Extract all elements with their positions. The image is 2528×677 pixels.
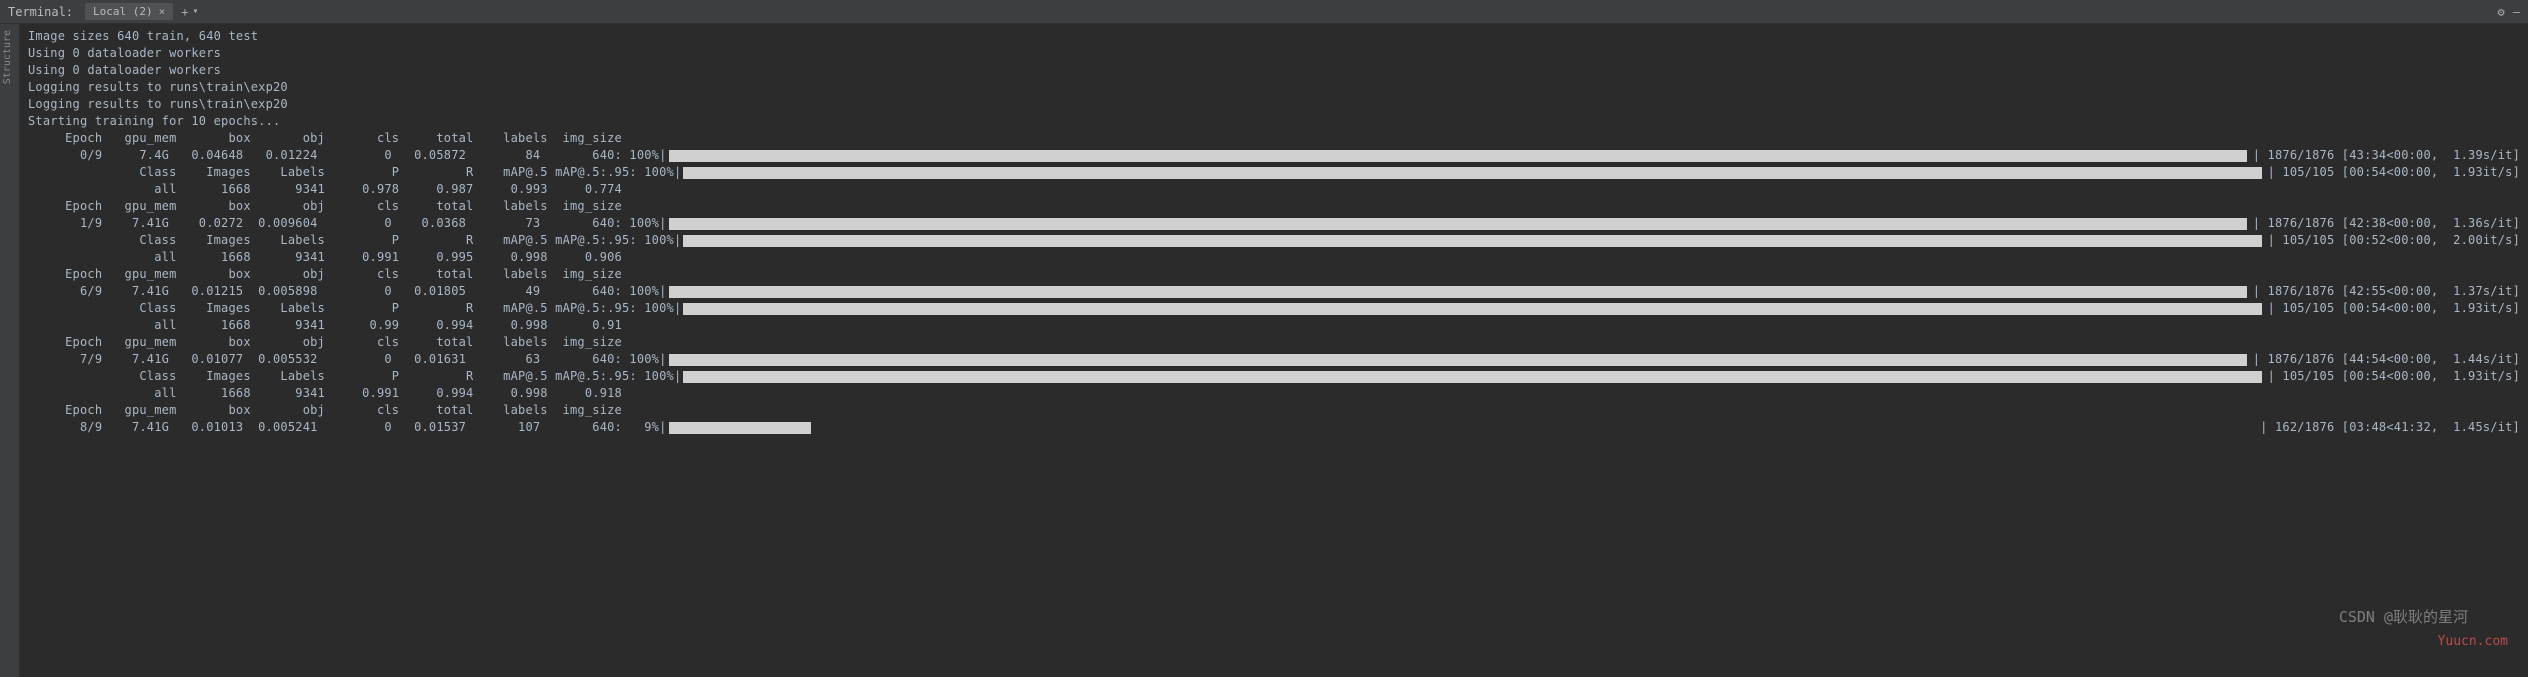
ide-left-gutter: Structure [0,24,20,677]
progress-prefix: Class Images Labels P R mAP@.5 mAP@.5:.9… [28,164,681,181]
progress-suffix: | 162/1876 [03:48<41:32, 1.45s/it] [2260,419,2520,436]
structure-tool-tab[interactable]: Structure [0,24,15,90]
progress-suffix: | 105/105 [00:54<00:00, 1.93it/s] [2268,164,2520,181]
log-line: Using 0 dataloader workers [28,62,2520,79]
progress-bar [683,371,2261,383]
terminal-titlebar: Terminal: Local (2) × + ▾ ⚙ — [0,0,2528,24]
progress-prefix: 1/9 7.41G 0.0272 0.009604 0 0.0368 73 64… [28,215,667,232]
log-line: all 1668 9341 0.991 0.995 0.998 0.906 [28,249,2520,266]
progress-bar [683,303,2261,315]
progress-bar [669,354,2247,366]
progress-row: 0/9 7.4G 0.04648 0.01224 0 0.05872 84 64… [28,147,2520,164]
progress-bar [683,167,2261,179]
log-line: all 1668 9341 0.978 0.987 0.993 0.774 [28,181,2520,198]
log-line: Using 0 dataloader workers [28,45,2520,62]
progress-prefix: Class Images Labels P R mAP@.5 mAP@.5:.9… [28,232,681,249]
log-line: Epoch gpu_mem box obj cls total labels i… [28,266,2520,283]
progress-row: Class Images Labels P R mAP@.5 mAP@.5:.9… [28,368,2520,385]
progress-prefix: 6/9 7.41G 0.01215 0.005898 0 0.01805 49 … [28,283,667,300]
progress-row: 1/9 7.41G 0.0272 0.009604 0 0.0368 73 64… [28,215,2520,232]
progress-prefix: Class Images Labels P R mAP@.5 mAP@.5:.9… [28,300,681,317]
log-line: all 1668 9341 0.991 0.994 0.998 0.918 [28,385,2520,402]
gear-icon[interactable]: ⚙ [2498,5,2505,19]
progress-suffix: | 1876/1876 [44:54<00:00, 1.44s/it] [2253,351,2520,368]
progress-suffix: | 105/105 [00:54<00:00, 1.93it/s] [2268,300,2520,317]
progress-suffix: | 1876/1876 [42:55<00:00, 1.37s/it] [2253,283,2520,300]
progress-row: 8/9 7.41G 0.01013 0.005241 0 0.01537 107… [28,419,2520,436]
progress-suffix: | 1876/1876 [43:34<00:00, 1.39s/it] [2253,147,2520,164]
log-line: Starting training for 10 epochs... [28,113,2520,130]
tab-dropdown-icon[interactable]: ▾ [193,6,199,17]
log-line: Epoch gpu_mem box obj cls total labels i… [28,402,2520,419]
progress-row: 7/9 7.41G 0.01077 0.005532 0 0.01631 63 … [28,351,2520,368]
progress-bar [669,286,2247,298]
progress-bar [669,150,2247,162]
log-line: Epoch gpu_mem box obj cls total labels i… [28,130,2520,147]
close-icon[interactable]: × [159,5,166,18]
progress-bar [669,422,2255,434]
new-tab-button[interactable]: + [181,5,188,19]
terminal-label: Terminal: [8,5,73,19]
log-line: Logging results to runs\train\exp20 [28,96,2520,113]
progress-row: Class Images Labels P R mAP@.5 mAP@.5:.9… [28,232,2520,249]
terminal-tab[interactable]: Local (2) × [85,3,173,20]
progress-suffix: | 105/105 [00:52<00:00, 2.00it/s] [2268,232,2520,249]
minimize-icon[interactable]: — [2513,5,2520,19]
log-line: Epoch gpu_mem box obj cls total labels i… [28,198,2520,215]
progress-row: Class Images Labels P R mAP@.5 mAP@.5:.9… [28,164,2520,181]
progress-prefix: 7/9 7.41G 0.01077 0.005532 0 0.01631 63 … [28,351,667,368]
progress-bar [683,235,2261,247]
progress-row: 6/9 7.41G 0.01215 0.005898 0 0.01805 49 … [28,283,2520,300]
log-line: Image sizes 640 train, 640 test [28,28,2520,45]
progress-prefix: 8/9 7.41G 0.01013 0.005241 0 0.01537 107… [28,419,667,436]
terminal-output[interactable]: Image sizes 640 train, 640 testUsing 0 d… [20,24,2528,677]
log-line: Epoch gpu_mem box obj cls total labels i… [28,334,2520,351]
log-line: Logging results to runs\train\exp20 [28,79,2520,96]
progress-suffix: | 1876/1876 [42:38<00:00, 1.36s/it] [2253,215,2520,232]
progress-prefix: Class Images Labels P R mAP@.5 mAP@.5:.9… [28,368,681,385]
progress-prefix: 0/9 7.4G 0.04648 0.01224 0 0.05872 84 64… [28,147,667,164]
progress-bar [669,218,2247,230]
progress-suffix: | 105/105 [00:54<00:00, 1.93it/s] [2268,368,2520,385]
progress-row: Class Images Labels P R mAP@.5 mAP@.5:.9… [28,300,2520,317]
tab-label: Local (2) [93,5,153,18]
log-line: all 1668 9341 0.99 0.994 0.998 0.91 [28,317,2520,334]
